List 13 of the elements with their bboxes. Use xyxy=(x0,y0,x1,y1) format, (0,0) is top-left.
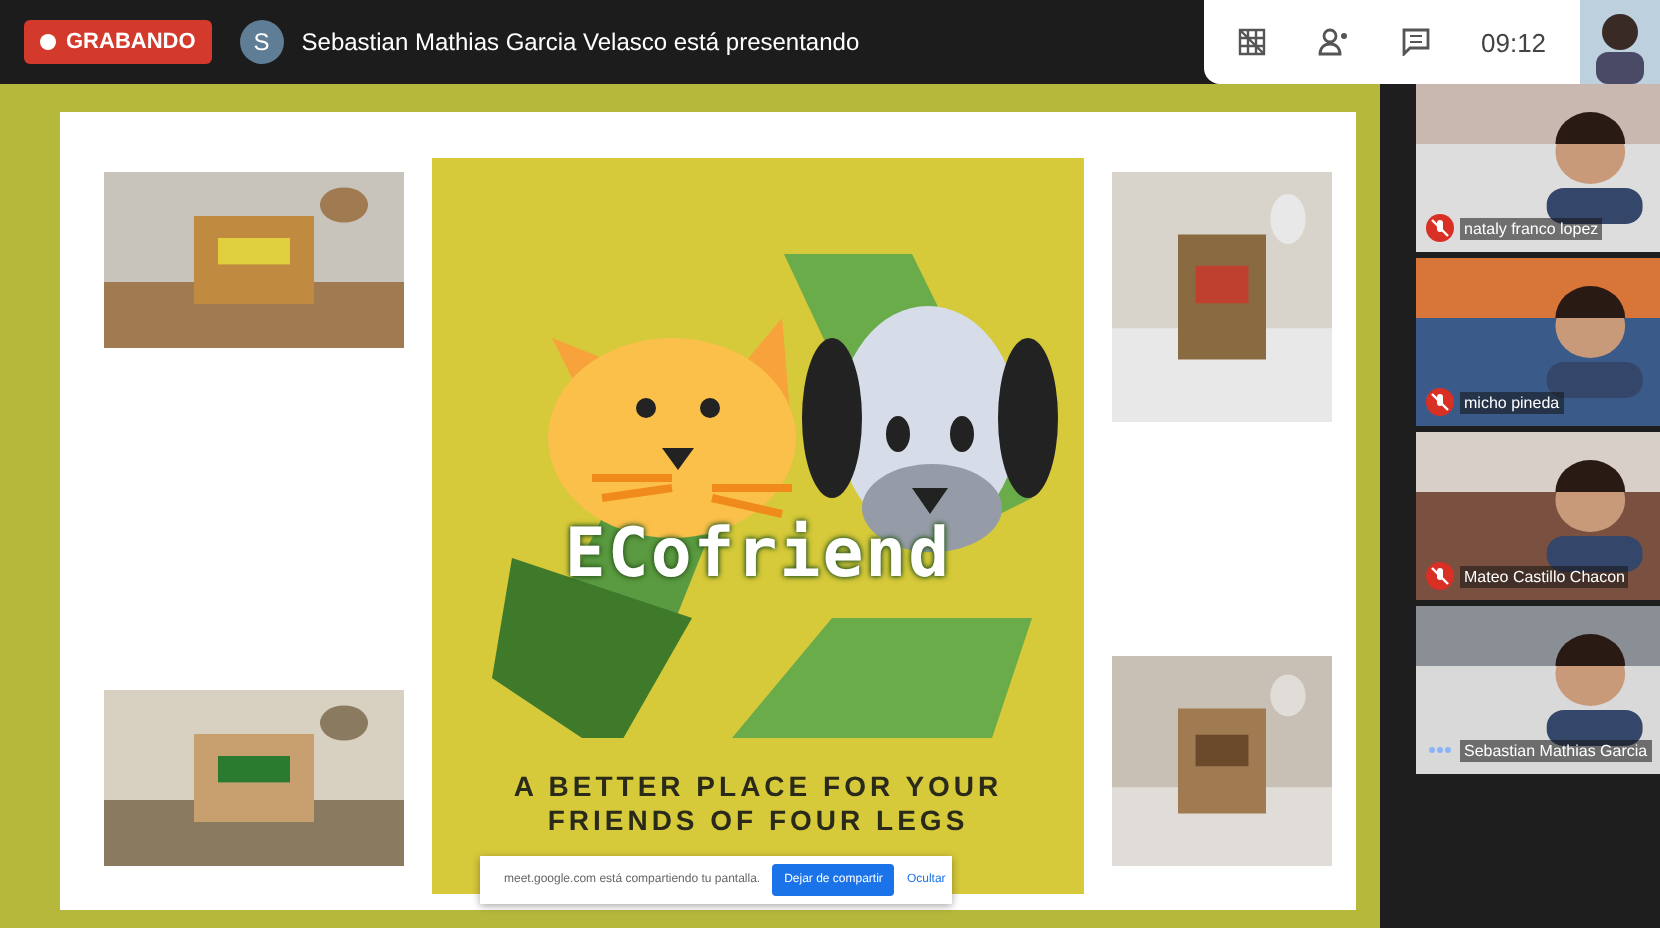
presenter-status: Sebastian Mathias Garcia Velasco está presentando xyxy=(301,28,862,56)
presenter-avatar: S xyxy=(239,20,284,64)
tagline-text: FRIENDS OF FOUR LEGS xyxy=(547,804,969,838)
participant-name: nataly franco lopez xyxy=(1460,218,1603,240)
grid-icon[interactable] xyxy=(1237,28,1266,56)
participant-name: Sebastian Mathias Garcia xyxy=(1460,740,1652,762)
participant-name: micho pineda xyxy=(1460,392,1564,414)
recording-badge: GRABANDO xyxy=(24,20,212,64)
participant-name: Mateo Castillo Chacon xyxy=(1460,566,1629,588)
chat-icon[interactable] xyxy=(1401,28,1430,56)
clock-time: 09:12 xyxy=(1481,27,1547,57)
people-icon[interactable] xyxy=(1317,28,1350,56)
tagline-text: A BETTER PLACE FOR YOUR xyxy=(513,770,1003,804)
